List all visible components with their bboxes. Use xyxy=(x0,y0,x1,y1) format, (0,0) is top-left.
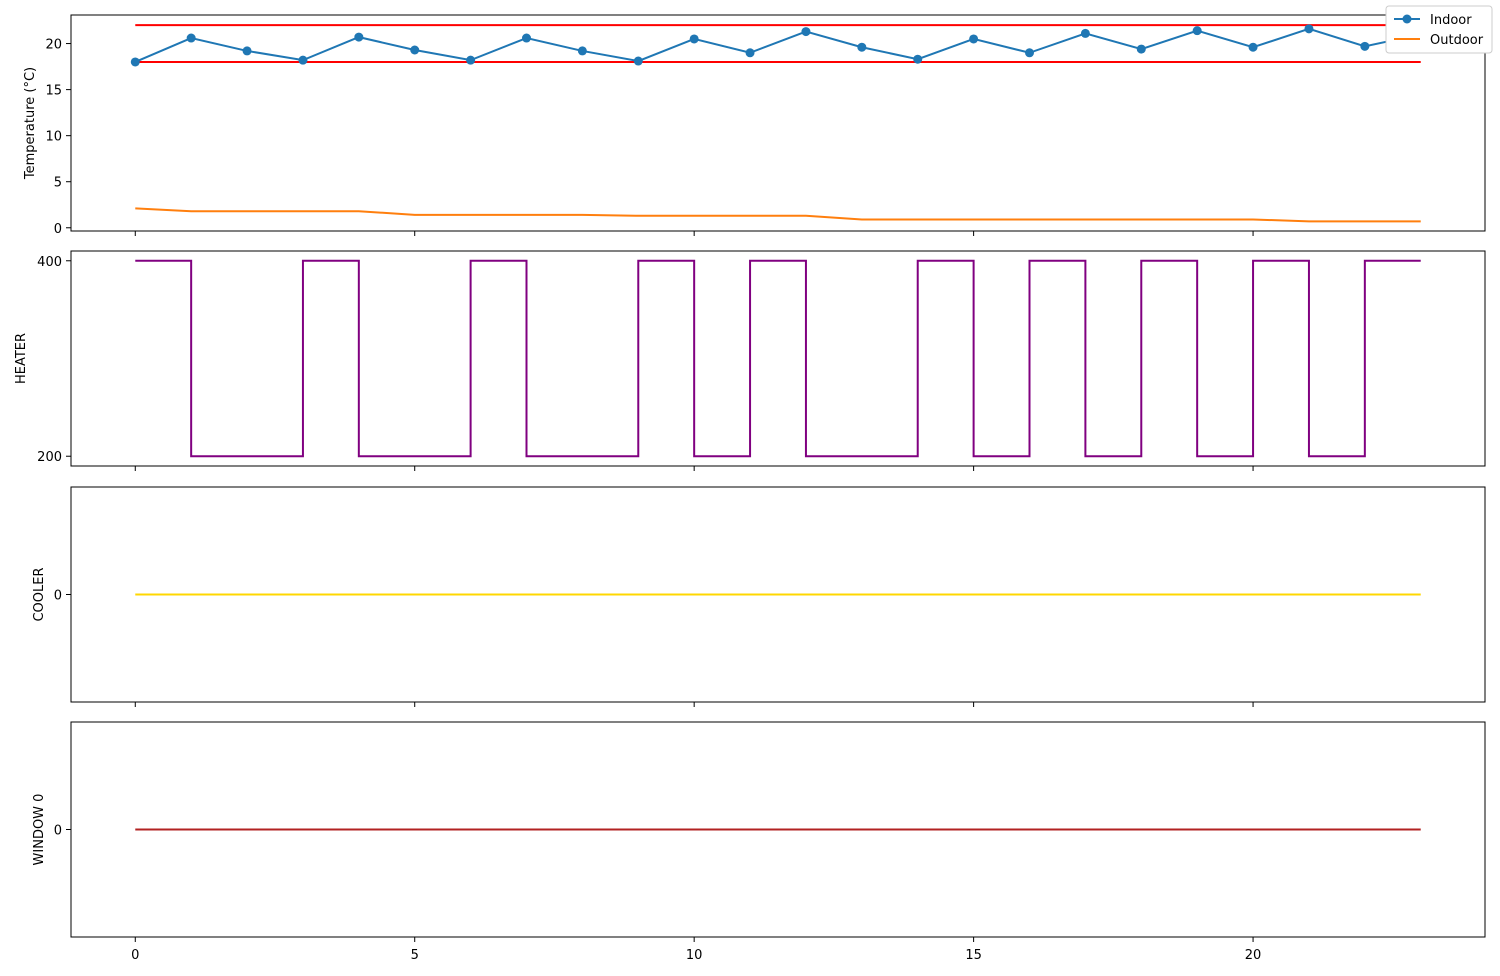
data-point-indoor xyxy=(298,55,308,65)
legend-marker xyxy=(1402,14,1412,24)
y-axis-label: HEATER xyxy=(14,333,29,384)
x-tick-label: 5 xyxy=(411,948,419,963)
series-line-indoor xyxy=(134,27,1421,63)
data-point-indoor xyxy=(577,46,587,56)
data-point-indoor xyxy=(689,34,699,44)
y-tick-label: 200 xyxy=(37,450,62,465)
axes-frame xyxy=(70,250,1486,467)
legend-label: Outdoor xyxy=(1430,33,1484,48)
series-line-outdoor xyxy=(135,207,1421,223)
y-tick-label: 15 xyxy=(45,84,62,99)
data-point-indoor xyxy=(1304,24,1314,34)
y-tick-label: 20 xyxy=(45,38,62,53)
data-point-indoor xyxy=(857,42,867,52)
data-point-indoor xyxy=(466,55,476,65)
data-point-indoor xyxy=(913,54,923,64)
data-point-indoor xyxy=(186,33,196,43)
data-point-indoor xyxy=(1080,28,1090,38)
y-tick-label: 5 xyxy=(54,176,62,191)
data-point-indoor xyxy=(1248,42,1258,52)
panel-heater: 200 400 HEATER xyxy=(14,250,1486,471)
data-point-indoor xyxy=(521,33,531,43)
data-point-indoor xyxy=(1360,41,1370,51)
y-tick-label: 400 xyxy=(37,255,62,270)
legend: Indoor Outdoor xyxy=(1385,5,1493,54)
axes-frame xyxy=(70,14,1486,232)
data-point-indoor xyxy=(745,48,755,58)
legend-label: Indoor xyxy=(1430,13,1472,28)
x-tick-label: 15 xyxy=(965,948,982,963)
data-point-indoor xyxy=(1136,44,1146,54)
x-tick-label: 0 xyxy=(131,948,139,963)
data-point-indoor xyxy=(633,56,643,66)
y-axis-label: Temperature (°C) xyxy=(23,67,38,180)
panel-temperature: 0 5 10 15 20 Temperature (°C) Indoor Outdoor xyxy=(23,5,1493,237)
data-point-indoor xyxy=(130,57,140,67)
y-axis-label: COOLER xyxy=(32,567,47,621)
data-point-indoor xyxy=(242,46,252,56)
panel-window: 0 5 10 15 20 0 WINDOW 0 xyxy=(32,721,1486,963)
data-point-indoor xyxy=(1192,26,1202,36)
panel-cooler: 0 COOLER xyxy=(32,486,1486,707)
data-point-indoor xyxy=(1025,48,1035,58)
y-tick-label: 0 xyxy=(54,824,62,839)
data-point-indoor xyxy=(354,32,364,42)
data-point-indoor xyxy=(801,27,811,37)
y-tick-label: 0 xyxy=(54,589,62,604)
figure: 05101520Temperature (°C)IndoorOutdoor200… xyxy=(14,5,1493,963)
y-tick-label: 0 xyxy=(54,222,62,237)
data-point-indoor xyxy=(410,45,420,55)
y-tick-label: 10 xyxy=(45,130,62,145)
series-line-heater xyxy=(135,259,1421,458)
y-axis-label: WINDOW 0 xyxy=(32,794,47,866)
x-tick-label: 10 xyxy=(686,948,703,963)
x-tick-label: 20 xyxy=(1245,948,1262,963)
data-point-indoor xyxy=(969,34,979,44)
